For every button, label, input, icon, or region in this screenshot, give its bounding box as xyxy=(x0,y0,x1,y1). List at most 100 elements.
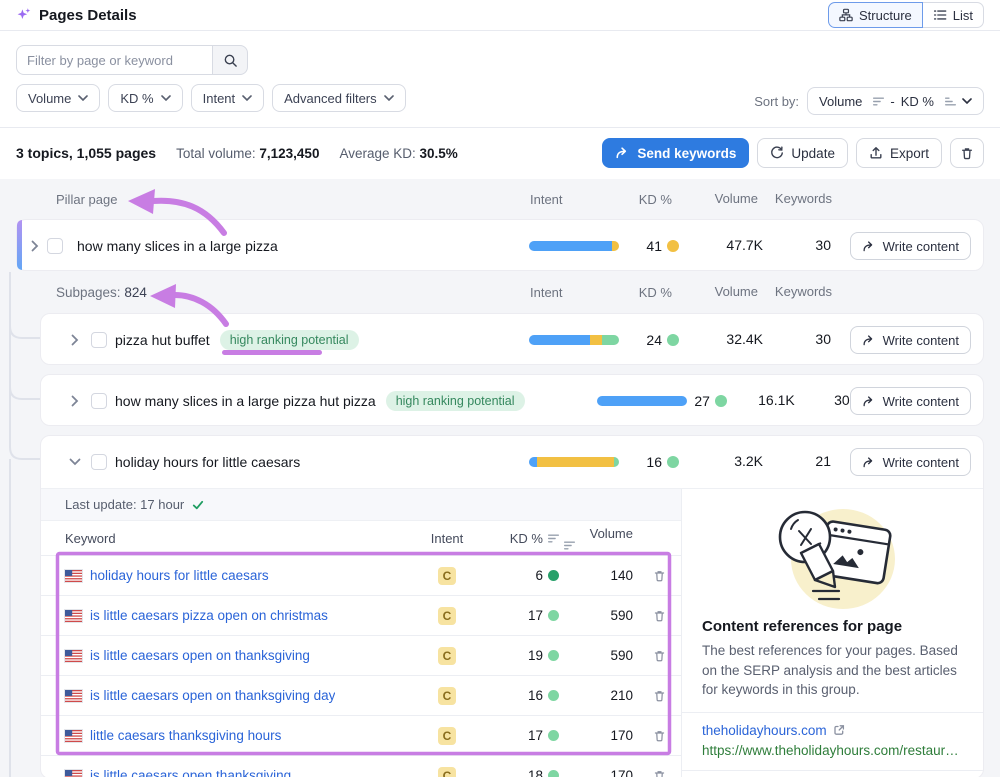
subpage-label[interactable]: how many slices in a large pizza hut piz… xyxy=(115,393,376,409)
write-content-button[interactable]: Write content xyxy=(850,326,971,354)
refresh-icon xyxy=(770,146,784,160)
kd-sort-header[interactable]: KD % xyxy=(475,531,559,546)
export-label: Export xyxy=(890,146,929,161)
filter-bar: Volume KD % Intent Advanced filters Sort… xyxy=(0,31,1000,128)
list-toggle-button[interactable]: List xyxy=(922,2,984,28)
keyword-link[interactable]: is little caesars open thanksgiving xyxy=(90,768,291,777)
kd-column-header: KD % xyxy=(639,192,672,207)
volume-value: 47.7K xyxy=(726,237,763,253)
export-button[interactable]: Export xyxy=(856,138,942,168)
keywords-count: 30 xyxy=(834,392,850,408)
structure-toggle-button[interactable]: Structure xyxy=(828,2,923,28)
trash-icon[interactable] xyxy=(653,609,666,623)
update-button[interactable]: Update xyxy=(757,138,848,168)
page-title-text: Pages Details xyxy=(39,7,137,24)
subpage-row: how many slices in a large pizza hut piz… xyxy=(40,374,984,426)
expand-chevron-right-icon[interactable] xyxy=(67,393,83,409)
kd-dot xyxy=(548,650,559,661)
total-volume-label: Total volume: xyxy=(176,146,256,161)
expand-chevron-right-icon[interactable] xyxy=(27,238,43,254)
trash-icon[interactable] xyxy=(653,649,666,663)
volume-sort-header[interactable]: Volume xyxy=(559,526,637,550)
delete-button[interactable] xyxy=(950,138,984,168)
intent-filter-dropdown[interactable]: Intent xyxy=(191,84,265,112)
write-arrow-icon xyxy=(862,334,876,347)
keywords-column-header: Keywords xyxy=(775,284,832,299)
chevron-down-icon xyxy=(384,95,394,101)
subpages-count-value: 824 xyxy=(124,285,147,300)
volume-value: 16.1K xyxy=(758,392,795,408)
kd-value: 27 xyxy=(694,393,710,409)
list-icon xyxy=(933,8,947,22)
row-checkbox[interactable] xyxy=(91,454,107,470)
pillar-page-label[interactable]: how many slices in a large pizza xyxy=(77,238,278,254)
write-content-button[interactable]: Write content xyxy=(850,387,971,415)
intent-bar xyxy=(597,396,687,406)
references-illustration xyxy=(682,489,983,614)
kd-dot xyxy=(548,570,559,581)
trash-icon[interactable] xyxy=(653,769,666,777)
kd-dot xyxy=(548,690,559,701)
volume-value: 140 xyxy=(610,568,633,583)
row-checkbox[interactable] xyxy=(91,332,107,348)
write-content-button[interactable]: Write content xyxy=(850,448,971,476)
advanced-filters-dropdown[interactable]: Advanced filters xyxy=(272,84,406,112)
keyword-link[interactable]: is little caesars open on thanksgiving xyxy=(90,648,310,663)
reference-link: theholidayhours.com xyxy=(682,713,983,738)
send-keywords-button[interactable]: Send keywords xyxy=(602,138,749,168)
keyword-link[interactable]: holiday hours for little caesars xyxy=(90,568,269,583)
topics-pages-summary: 3 topics, 1,055 pages xyxy=(16,145,156,161)
view-toggle: Structure List xyxy=(828,2,984,28)
trash-icon[interactable] xyxy=(653,569,666,583)
average-kd-label: Average KD: xyxy=(339,146,415,161)
kd-value: 17 xyxy=(528,608,543,623)
sort-volume-label: Volume xyxy=(819,94,862,109)
reference-url[interactable]: https://www.theholidayhours.com/restaura… xyxy=(682,738,983,770)
page-title: Pages Details xyxy=(16,7,137,24)
collapse-chevron-down-icon[interactable] xyxy=(67,454,83,470)
keywords-count: 21 xyxy=(815,453,831,469)
chevron-down-icon xyxy=(242,95,252,101)
intent-badge: C xyxy=(438,767,456,777)
keyword-link[interactable]: is little caesars pizza open on christma… xyxy=(90,608,328,623)
kd-filter-dropdown[interactable]: KD % xyxy=(108,84,182,112)
kd-value: 17 xyxy=(528,728,543,743)
row-checkbox[interactable] xyxy=(47,238,63,254)
advanced-filters-label: Advanced filters xyxy=(284,91,377,106)
write-content-button[interactable]: Write content xyxy=(850,232,971,260)
search-button[interactable] xyxy=(212,45,248,75)
keyword-rows: holiday hours for little caesarsC6140is … xyxy=(41,555,681,777)
export-icon xyxy=(869,146,883,160)
trash-icon[interactable] xyxy=(653,689,666,703)
subpage-label[interactable]: holiday hours for little caesars xyxy=(115,454,300,470)
write-content-label: Write content xyxy=(883,394,959,409)
sort-dropdown[interactable]: Volume - KD % xyxy=(807,87,984,115)
last-update-bar: Last update: 17 hour xyxy=(41,489,681,521)
pages-tree: Pillar page Intent KD % Volume Keywords … xyxy=(0,179,1000,777)
kd-filter-label: KD % xyxy=(120,91,153,106)
keyword-row: is little caesars open on thanksgivingC1… xyxy=(41,635,681,675)
kd-column-header: KD % xyxy=(639,285,672,300)
search-input[interactable] xyxy=(16,45,212,75)
row-checkbox[interactable] xyxy=(91,393,107,409)
kd-dot xyxy=(667,240,679,252)
sparkle-icon xyxy=(16,7,32,23)
us-flag-icon xyxy=(65,570,82,582)
subpages-label: Subpages: xyxy=(56,285,121,300)
reference-domain-link[interactable]: theholidayhours.com xyxy=(702,723,827,738)
trash-icon[interactable] xyxy=(653,729,666,743)
pages-details-app: Pages Details Structure List xyxy=(0,0,1000,777)
trash-icon xyxy=(960,146,974,161)
intent-column-header: Intent xyxy=(431,531,464,546)
subpage-label[interactable]: pizza hut buffet xyxy=(115,332,210,348)
keyword-row: little caesars thanksgiving hoursC17170 xyxy=(41,715,681,755)
volume-filter-dropdown[interactable]: Volume xyxy=(16,84,100,112)
keyword-link[interactable]: is little caesars open on thanksgiving d… xyxy=(90,688,335,703)
expand-chevron-right-icon[interactable] xyxy=(67,332,83,348)
expanded-detail-panel: Last update: 17 hour Keyword Intent KD %… xyxy=(41,488,983,777)
keyword-link[interactable]: little caesars thanksgiving hours xyxy=(90,728,281,743)
high-ranking-potential-badge: high ranking potential xyxy=(220,330,359,350)
subpage-row: pizza hut buffet high ranking potential … xyxy=(40,313,984,365)
intent-badge: C xyxy=(438,687,456,705)
intent-column-header: Intent xyxy=(530,285,563,300)
